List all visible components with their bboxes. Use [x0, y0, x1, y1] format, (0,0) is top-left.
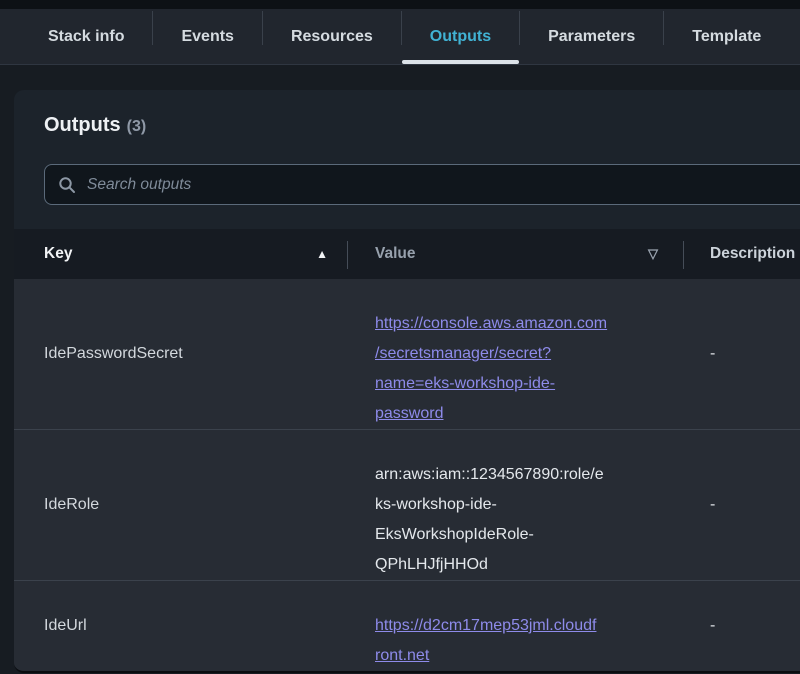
- output-value-text: arn:aws:iam::1234567890:role/e ks-worksh…: [375, 466, 604, 573]
- search-area: [44, 164, 800, 205]
- sort-ascending-icon[interactable]: ▲: [316, 247, 328, 261]
- output-key: IdeUrl: [14, 617, 348, 635]
- output-key: IdeRole: [14, 496, 348, 514]
- output-description: -: [684, 617, 800, 635]
- tab-events[interactable]: Events: [153, 9, 261, 64]
- tab-label: Resources: [291, 28, 373, 46]
- table-body: IdePasswordSecret https://console.aws.am…: [14, 279, 800, 671]
- search-input[interactable]: [87, 176, 800, 194]
- output-value-link[interactable]: https://d2cm17mep53jml.cloudf ront.net: [375, 617, 596, 664]
- column-label: Description: [710, 245, 795, 263]
- outputs-count-badge: (3): [127, 118, 147, 135]
- search-icon: [58, 176, 76, 194]
- column-label: Key: [44, 245, 72, 263]
- column-header-value[interactable]: Value ▽: [348, 229, 684, 279]
- panel-header: Outputs (3): [14, 90, 800, 137]
- output-key: IdePasswordSecret: [14, 345, 348, 363]
- column-label: Value: [375, 245, 416, 263]
- tab-parameters[interactable]: Parameters: [520, 9, 663, 64]
- tab-label: Template: [692, 28, 761, 46]
- outputs-panel: Outputs (3) Key ▲ Value ▽ Description Ide…: [14, 90, 800, 673]
- tab-label: Parameters: [548, 28, 635, 46]
- tab-resources[interactable]: Resources: [263, 9, 401, 64]
- search-box[interactable]: [44, 164, 800, 205]
- stack-tab-bar: Stack info Events Resources Outputs Para…: [0, 9, 800, 65]
- column-header-description[interactable]: Description: [684, 229, 800, 279]
- sort-icon[interactable]: ▽: [648, 246, 658, 262]
- output-description: -: [684, 496, 800, 514]
- tab-label: Events: [181, 28, 233, 46]
- table-row: IdePasswordSecret https://console.aws.am…: [14, 279, 800, 429]
- column-header-key[interactable]: Key ▲: [14, 229, 348, 279]
- output-value-cell: https://console.aws.amazon.com /secretsm…: [348, 279, 684, 429]
- tab-template[interactable]: Template: [664, 9, 789, 64]
- window-top-strip: [0, 0, 800, 9]
- output-value-link[interactable]: https://console.aws.amazon.com /secretsm…: [375, 315, 607, 422]
- output-value-cell: arn:aws:iam::1234567890:role/e ks-worksh…: [348, 430, 684, 580]
- tab-stack-info[interactable]: Stack info: [20, 9, 152, 64]
- table-row: IdeRole arn:aws:iam::1234567890:role/e k…: [14, 429, 800, 580]
- panel-title: Outputs: [44, 114, 121, 136]
- output-description: -: [684, 345, 800, 363]
- table-header: Key ▲ Value ▽ Description: [14, 229, 800, 279]
- tab-label: Outputs: [430, 28, 491, 46]
- output-value-cell: https://d2cm17mep53jml.cloudf ront.net: [348, 581, 684, 671]
- table-row: IdeUrl https://d2cm17mep53jml.cloudf ron…: [14, 580, 800, 671]
- tab-outputs[interactable]: Outputs: [402, 9, 519, 64]
- tab-label: Stack info: [48, 28, 124, 46]
